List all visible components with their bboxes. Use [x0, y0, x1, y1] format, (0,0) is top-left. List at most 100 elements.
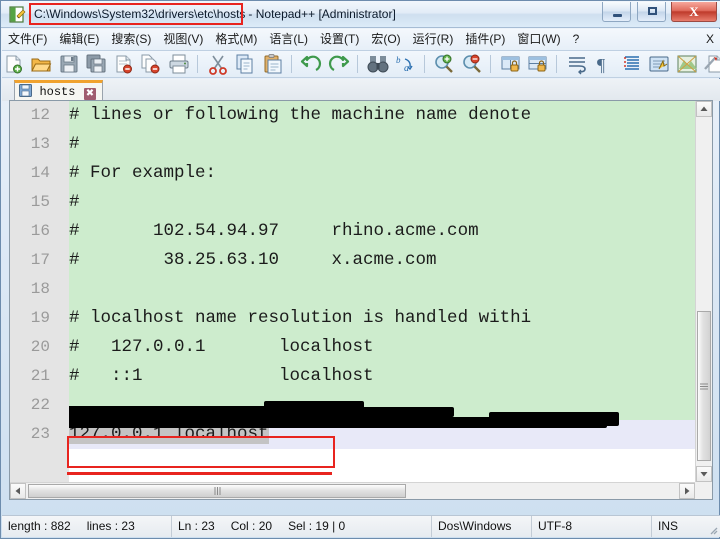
close-icon: X — [689, 4, 699, 19]
save-all-icon[interactable] — [85, 53, 107, 75]
tab-hosts[interactable]: hosts ✖ — [14, 80, 103, 101]
status-encoding: UTF-8 — [532, 516, 652, 537]
editor-area[interactable]: 12 13 14 15 16 17 18 19 20 21 22 23 # lines or foll… — [9, 100, 713, 500]
svg-text:¶: ¶ — [597, 55, 605, 75]
save-icon[interactable] — [58, 53, 80, 75]
code-line[interactable]: # ::1 localhost — [69, 362, 695, 391]
title-bar: C:\Windows\System32\drivers\etc\hosts - … — [1, 1, 720, 28]
horizontal-scroll-thumb[interactable] — [28, 484, 406, 498]
zoom-out-icon[interactable] — [461, 53, 483, 75]
zoom-in-icon[interactable] — [433, 53, 455, 75]
scroll-left-arrow[interactable] — [10, 483, 26, 499]
tab-label: hosts — [39, 85, 76, 99]
sync-vertical-scroll-icon[interactable] — [500, 53, 522, 75]
menu-language[interactable]: 语言(L) — [263, 29, 314, 50]
redaction-mark — [359, 407, 454, 417]
window-title-path: C:\Windows\System32\drivers\etc\hosts — [34, 7, 246, 21]
menu-file[interactable]: 文件(F) — [2, 29, 53, 50]
code-line[interactable] — [69, 275, 695, 304]
vertical-scroll-thumb[interactable] — [697, 311, 711, 461]
line-number: 12 — [30, 106, 50, 124]
cut-scissors-icon[interactable] — [207, 53, 229, 75]
redaction-mark — [264, 401, 364, 417]
menu-run[interactable]: 运行(R) — [407, 29, 460, 50]
toolbar-separator — [357, 55, 359, 73]
code-line-text: # — [69, 192, 80, 212]
sync-horizontal-scroll-icon[interactable] — [527, 53, 549, 75]
menu-search[interactable]: 搜索(S) — [105, 29, 157, 50]
maximize-icon — [647, 7, 657, 15]
redaction-mark — [489, 412, 619, 426]
window-title-suffix: - Notepad++ [Administrator] — [248, 7, 396, 21]
paste-icon[interactable] — [262, 53, 284, 75]
minimize-button[interactable] — [602, 2, 632, 22]
line-number: 19 — [30, 309, 50, 327]
show-document-map-icon[interactable] — [676, 53, 698, 75]
undo-icon[interactable] — [300, 53, 322, 75]
code-line[interactable]: # 127.0.0.1 localhost — [69, 333, 695, 362]
code-line[interactable]: # For example: — [69, 159, 695, 188]
menu-edit[interactable]: 编辑(E) — [53, 29, 105, 50]
code-folding-margin[interactable] — [57, 101, 69, 499]
status-lines: lines : 23 — [86, 519, 135, 533]
notepad-plus-plus-icon — [9, 6, 26, 23]
scroll-right-arrow[interactable] — [679, 483, 695, 499]
menu-view[interactable]: 视图(V) — [157, 29, 209, 50]
menu-macro[interactable]: 宏(O) — [365, 29, 406, 50]
code-line-text: # — [69, 134, 80, 154]
toolbar-separator — [290, 55, 292, 73]
close-document-button[interactable]: X — [706, 29, 714, 50]
code-line[interactable]: # lines or following the machine name de… — [69, 101, 695, 130]
new-file-icon[interactable] — [3, 53, 25, 75]
scroll-down-arrow[interactable] — [696, 466, 712, 482]
redo-icon[interactable] — [328, 53, 350, 75]
code-line[interactable]: # 102.54.94.97 rhino.acme.com — [69, 217, 695, 246]
window-resize-grip[interactable] — [706, 523, 718, 535]
window-title: C:\Windows\System32\drivers\etc\hosts - … — [31, 5, 396, 24]
code-line[interactable]: # — [69, 188, 695, 217]
menu-format[interactable]: 格式(M) — [209, 29, 263, 50]
minimize-icon — [613, 14, 623, 17]
replace-icon[interactable]: b a — [394, 53, 416, 75]
code-line-text: # lines or following the machine name de… — [69, 105, 532, 125]
status-length: length : 882 — [8, 519, 71, 533]
user-defined-language-icon[interactable] — [648, 53, 670, 75]
indent-guide-icon[interactable] — [621, 53, 643, 75]
show-all-characters-icon[interactable]: ¶ — [593, 53, 615, 75]
status-ins-label: INS — [658, 519, 679, 533]
status-caret-position: Ln : 23 Col : 20 Sel : 19 | 0 — [172, 516, 432, 537]
status-eol-format: Dos\Windows — [432, 516, 532, 537]
menu-bar: 文件(F) 编辑(E) 搜索(S) 视图(V) 格式(M) 语言(L) 设置(T) 宏(O) 运… — [2, 29, 720, 51]
status-document-stats: length : 882 lines : 23 — [2, 516, 172, 537]
toolbar: b a ¶ — [2, 51, 720, 78]
code-line-text: # 102.54.94.97 rhino.acme.com — [69, 221, 479, 241]
menu-settings[interactable]: 设置(T) — [314, 29, 365, 50]
open-folder-icon[interactable] — [30, 53, 52, 75]
svg-text:a: a — [404, 63, 409, 74]
code-line[interactable]: # localhost name resolution is handled w… — [69, 304, 695, 333]
line-number: 21 — [30, 367, 50, 385]
code-text-area[interactable]: # lines or following the machine name de… — [69, 101, 695, 482]
line-number: 14 — [30, 164, 50, 182]
menu-plugins[interactable]: 插件(P) — [459, 29, 511, 50]
function-list-icon[interactable] — [703, 53, 720, 75]
close-file-icon[interactable] — [113, 53, 135, 75]
scroll-up-arrow[interactable] — [696, 101, 712, 117]
line-number: 23 — [30, 425, 50, 443]
menu-help[interactable]: ? — [567, 29, 586, 50]
code-line-text: # 38.25.63.10 x.acme.com — [69, 250, 437, 270]
code-line[interactable]: # 38.25.63.10 x.acme.com — [69, 246, 695, 275]
line-number: 20 — [30, 338, 50, 356]
maximize-button[interactable] — [636, 2, 666, 22]
close-all-icon[interactable] — [140, 53, 162, 75]
copy-icon[interactable] — [234, 53, 256, 75]
menu-window[interactable]: 窗口(W) — [511, 29, 566, 50]
editor-horizontal-scrollbar[interactable] — [10, 482, 695, 499]
print-icon[interactable] — [168, 53, 190, 75]
find-binoculars-icon[interactable] — [367, 53, 389, 75]
code-line[interactable]: # — [69, 130, 695, 159]
editor-vertical-scrollbar[interactable] — [695, 101, 712, 482]
word-wrap-icon[interactable] — [566, 53, 588, 75]
tab-close-icon[interactable]: ✖ — [83, 88, 96, 100]
close-button[interactable]: X — [671, 2, 717, 22]
